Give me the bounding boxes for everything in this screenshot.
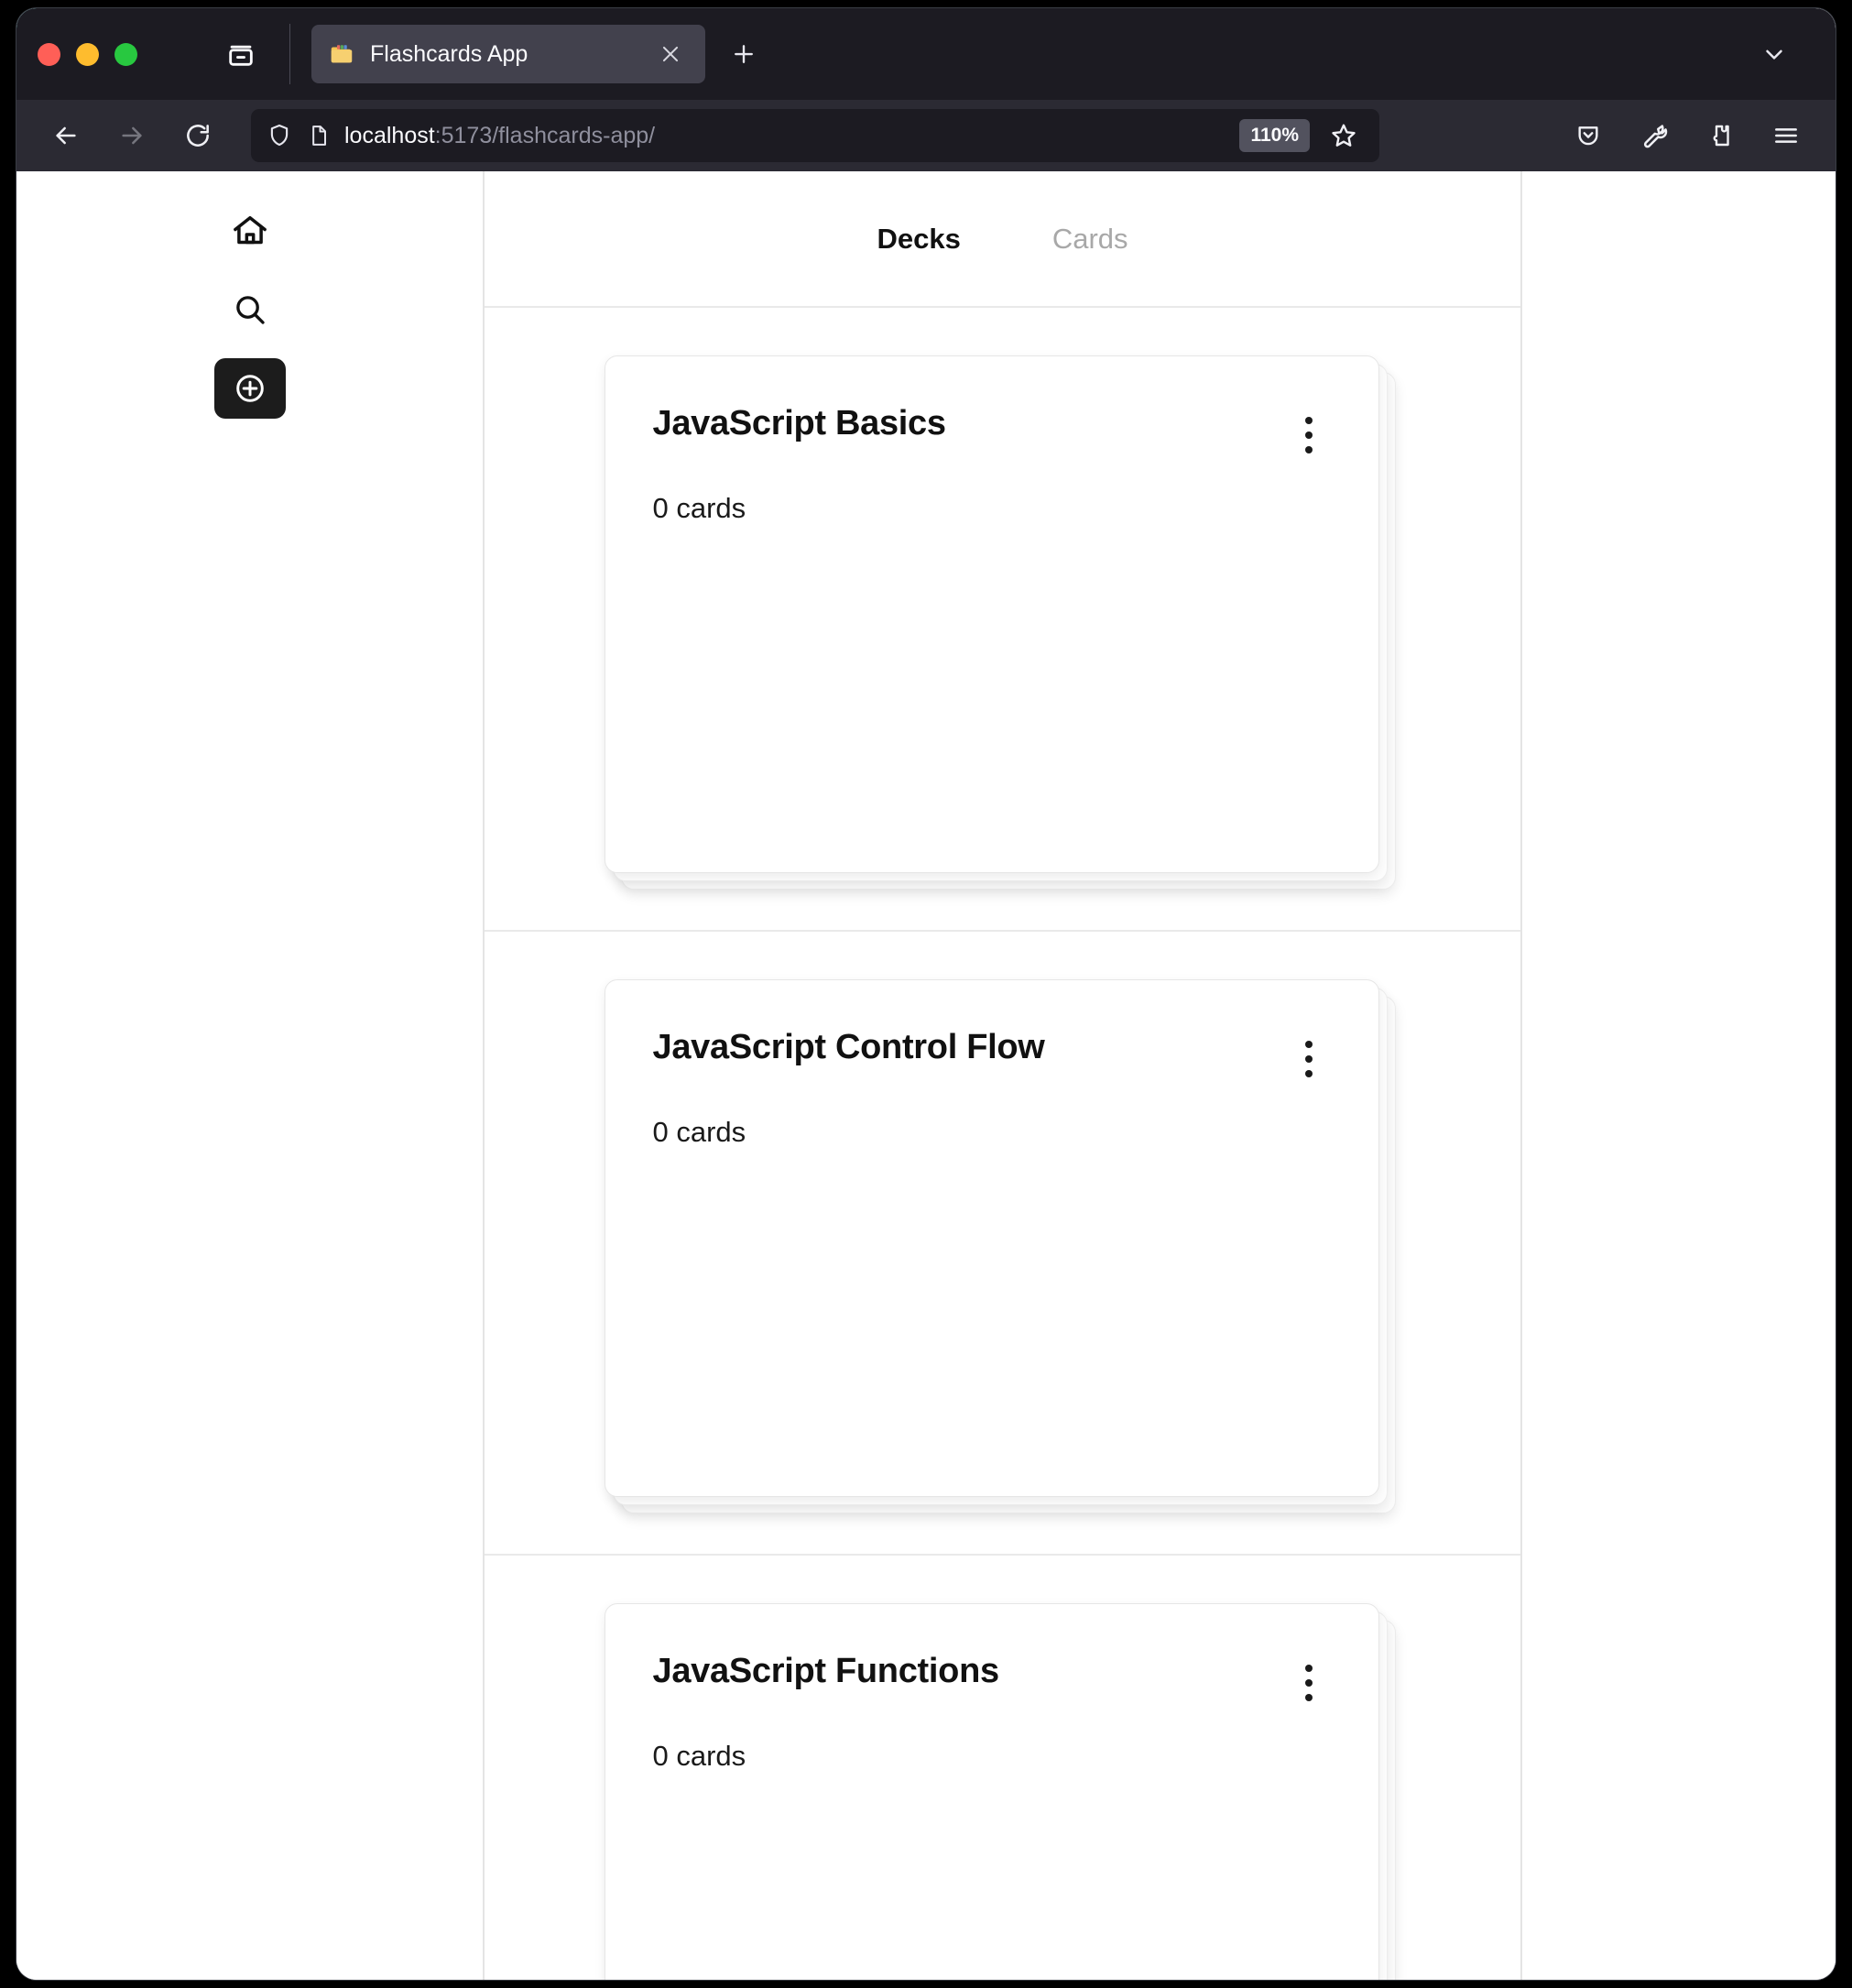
plus-circle-icon — [235, 375, 264, 402]
app-menu-button[interactable] — [1760, 110, 1812, 161]
tab-cards[interactable]: Cards — [1052, 223, 1128, 256]
deck-stack[interactable]: JavaScript Functions 0 cards — [604, 1603, 1401, 1980]
deck-stack[interactable]: JavaScript Control Flow 0 cards — [604, 979, 1401, 1513]
zoom-level-badge[interactable]: 110% — [1239, 119, 1310, 152]
deck-card[interactable]: JavaScript Functions 0 cards — [604, 1603, 1379, 1980]
app-main-content: Decks Cards JavaScript Basics 0 cards Ja… — [483, 171, 1522, 1980]
extension-puzzle-icon — [1713, 125, 1729, 147]
forward-button[interactable] — [106, 110, 158, 161]
url-path: :5173/flashcards-app/ — [434, 122, 656, 148]
deck-title: JavaScript Functions — [652, 1652, 1000, 1690]
deck-card-header: JavaScript Control Flow — [653, 1028, 1331, 1085]
deck-card[interactable]: JavaScript Control Flow 0 cards — [604, 979, 1379, 1497]
search-icon — [235, 296, 265, 324]
chevron-down-icon — [1766, 49, 1782, 60]
reload-button[interactable] — [172, 110, 223, 161]
tab-close-button[interactable] — [652, 36, 689, 72]
url-host: localhost — [344, 122, 435, 148]
back-button[interactable] — [40, 110, 92, 161]
kebab-menu-icon — [1304, 1665, 1313, 1672]
deck-title: JavaScript Basics — [652, 404, 947, 442]
card-file-box-icon — [331, 45, 353, 63]
deck-card-count: 0 cards — [652, 1740, 746, 1772]
tab-strip-right-actions — [1749, 29, 1836, 79]
arrow-right-icon — [122, 126, 142, 145]
tools-button[interactable] — [1629, 110, 1680, 161]
pocket-save-button[interactable] — [1563, 110, 1614, 161]
plus-icon — [735, 45, 753, 63]
url-text: localhost:5173/flashcards-app/ — [344, 123, 1226, 149]
reload-icon — [187, 125, 209, 147]
window-traffic-lights — [16, 42, 137, 66]
tab-decks[interactable]: Decks — [877, 223, 960, 256]
page-document-icon[interactable] — [306, 123, 332, 148]
sidebar-item-add[interactable] — [213, 358, 286, 419]
deck-section: JavaScript Basics 0 cards — [485, 308, 1520, 932]
deck-card-header: JavaScript Basics — [653, 404, 1331, 461]
firefox-view-button[interactable] — [216, 29, 266, 79]
app-right-pane — [1524, 171, 1836, 1980]
deck-section: JavaScript Functions 0 cards — [485, 1556, 1520, 1980]
deck-menu-button[interactable] — [1287, 410, 1331, 461]
app-tab-bar: Decks Cards — [485, 171, 1520, 308]
wrench-icon — [1643, 125, 1668, 148]
browser-nav-toolbar: localhost:5173/flashcards-app/ 110% — [16, 100, 1836, 171]
deck-section: JavaScript Control Flow 0 cards — [485, 932, 1520, 1556]
browser-window: Flashcards App localhost:5173/flashcards… — [16, 8, 1836, 1980]
new-tab-button[interactable] — [722, 32, 766, 76]
star-icon — [1332, 124, 1356, 147]
tab-favicon-card-file-box-icon — [328, 40, 355, 68]
firefox-view-icon — [229, 45, 253, 66]
url-bar[interactable]: localhost:5173/flashcards-app/ 110% — [251, 109, 1379, 162]
sidebar-item-search[interactable] — [214, 279, 286, 340]
deck-card-count: 0 cards — [652, 1116, 746, 1148]
bookmark-button[interactable] — [1323, 115, 1365, 157]
close-icon — [662, 46, 679, 62]
page-viewport: Decks Cards JavaScript Basics 0 cards Ja… — [16, 171, 1836, 1980]
window-maximize-button[interactable] — [114, 42, 137, 66]
browser-tab[interactable]: Flashcards App — [311, 25, 705, 83]
browser-tab-strip: Flashcards App — [16, 8, 1836, 100]
deck-title: JavaScript Control Flow — [652, 1028, 1045, 1066]
tab-title: Flashcards App — [370, 40, 528, 67]
pocket-save-icon — [1578, 126, 1598, 146]
deck-menu-button[interactable] — [1287, 1033, 1331, 1085]
home-icon — [233, 215, 267, 245]
list-all-tabs-button[interactable] — [1749, 29, 1799, 79]
kebab-menu-icon — [1304, 1041, 1313, 1048]
deck-card[interactable]: JavaScript Basics 0 cards — [604, 355, 1379, 873]
deck-stack[interactable]: JavaScript Basics 0 cards — [604, 355, 1401, 890]
browser-toolbar-right — [1544, 110, 1812, 161]
hamburger-menu-icon — [1775, 128, 1797, 143]
sidebar-item-home[interactable] — [214, 201, 286, 261]
toolbar-separator — [289, 24, 290, 84]
deck-menu-button[interactable] — [1287, 1657, 1331, 1709]
app-sidebar — [16, 171, 483, 1980]
window-minimize-button[interactable] — [76, 42, 99, 66]
kebab-menu-icon — [1304, 417, 1313, 424]
window-close-button[interactable] — [38, 42, 60, 66]
shield-icon[interactable] — [266, 122, 293, 149]
deck-card-count: 0 cards — [652, 492, 746, 524]
extensions-button[interactable] — [1694, 110, 1746, 161]
deck-card-header: JavaScript Functions — [653, 1652, 1331, 1709]
arrow-left-icon — [56, 126, 76, 145]
